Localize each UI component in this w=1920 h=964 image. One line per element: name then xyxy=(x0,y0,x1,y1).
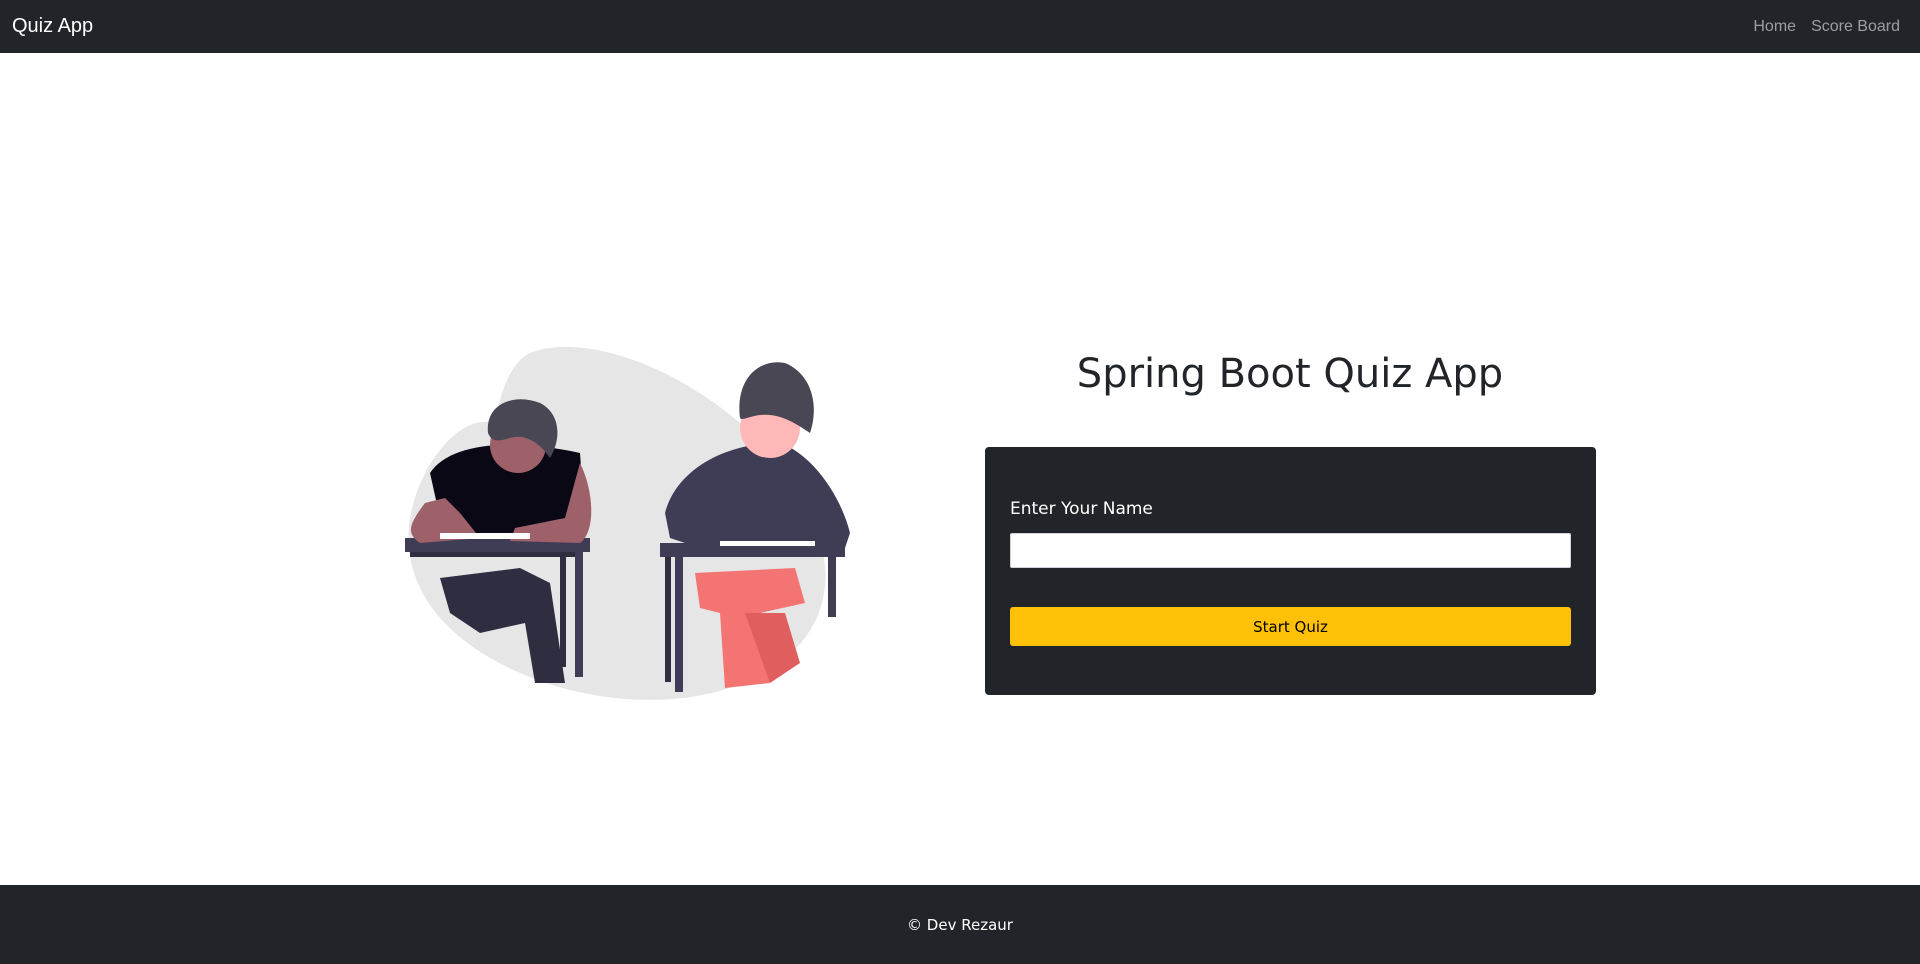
footer-copyright: © Dev Rezaur xyxy=(907,915,1013,934)
brand-link[interactable]: Quiz App xyxy=(12,15,93,38)
page-title: Spring Boot Quiz App xyxy=(1076,351,1504,397)
main-content: Spring Boot Quiz App Enter Your Name Sta… xyxy=(0,53,1920,885)
navbar: Quiz App Home Score Board xyxy=(0,0,1920,53)
name-label: Enter Your Name xyxy=(1010,499,1153,519)
nav-links: Home Score Board xyxy=(1753,18,1908,36)
nav-link-home[interactable]: Home xyxy=(1753,18,1796,36)
name-input[interactable] xyxy=(1010,533,1571,568)
nav-link-score-board[interactable]: Score Board xyxy=(1811,18,1900,36)
name-form-card: Enter Your Name Start Quiz xyxy=(985,447,1596,695)
footer: © Dev Rezaur xyxy=(0,885,1920,964)
start-quiz-button[interactable]: Start Quiz xyxy=(1010,607,1571,646)
students-taking-exam-illustration xyxy=(405,346,850,700)
